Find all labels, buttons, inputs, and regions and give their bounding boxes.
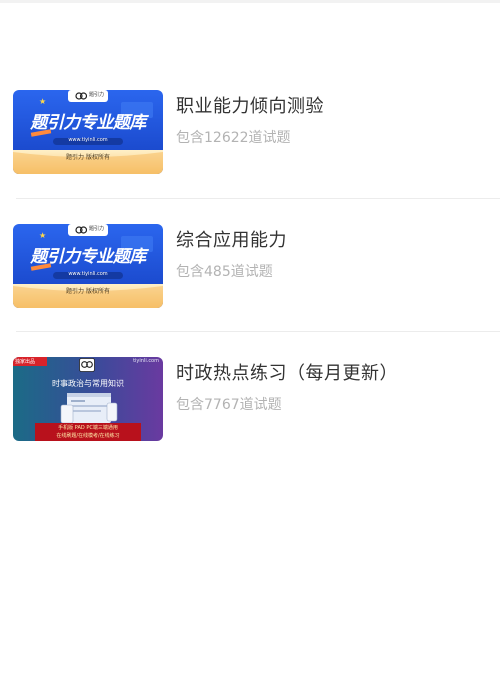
course-thumbnail[interactable]: ★ 题引力 题引力专业题库 www.tiyinli.com 题引力 版权所有: [13, 224, 163, 308]
list-item[interactable]: ★ 题引力 题引力专业题库 www.tiyinli.com 题引力 版权所有 综…: [0, 210, 500, 330]
banner-line-2: 在线刷题/在线模考/在线练习: [56, 433, 120, 439]
thumbnail-headline: 题引力专业题库: [30, 247, 146, 267]
thumbnail-url: www.tiyinli.com: [68, 271, 108, 277]
top-edge: [0, 0, 500, 3]
owl-logo-icon: [75, 225, 87, 235]
course-title[interactable]: 时政热点练习（每月更新）: [176, 359, 398, 385]
thumbnail-headline: 题引力专业题库: [30, 113, 146, 133]
banner-line-1: 手机版 PAD PC端三端通用: [58, 425, 118, 431]
divider: [16, 331, 500, 332]
thumbnail-url: www.tiyinli.com: [68, 137, 108, 143]
course-title[interactable]: 职业能力倾向测验: [176, 92, 324, 118]
brand-small-text: 题引力: [89, 226, 105, 232]
question-count: 包含7767道试题: [176, 397, 282, 413]
thumbnail-footer: 题引力 版权所有: [66, 288, 110, 295]
svg-text:★: ★: [39, 231, 46, 240]
svg-text:★: ★: [39, 97, 46, 106]
owl-logo-icon: [75, 91, 87, 101]
list-item[interactable]: 独家出品 tiyinli.com 时事政治与常用知识 手机版 PAD PC端三端…: [0, 343, 500, 463]
question-count: 包含485道试题: [176, 264, 273, 280]
badge-text: 独家出品: [15, 359, 36, 365]
divider: [16, 198, 500, 199]
page: ★ 题引力 题引力专业题库 www.tiyinli.com 题引力 版权所有 职…: [0, 0, 500, 685]
thumbnail-footer: 题引力 版权所有: [66, 154, 110, 161]
owl-logo-icon: [79, 358, 95, 372]
list-item[interactable]: ★ 题引力 题引力专业题库 www.tiyinli.com 题引力 版权所有 职…: [0, 76, 500, 196]
question-count: 包含12622道试题: [176, 130, 291, 146]
site-text: tiyinli.com: [133, 358, 159, 364]
course-thumbnail[interactable]: ★ 题引力 题引力专业题库 www.tiyinli.com 题引力 版权所有: [13, 90, 163, 174]
course-title[interactable]: 综合应用能力: [176, 226, 287, 252]
thumbnail-headline: 时事政治与常用知识: [52, 379, 124, 388]
brand-small-text: 题引力: [89, 92, 105, 98]
course-thumbnail[interactable]: 独家出品 tiyinli.com 时事政治与常用知识 手机版 PAD PC端三端…: [13, 357, 163, 441]
